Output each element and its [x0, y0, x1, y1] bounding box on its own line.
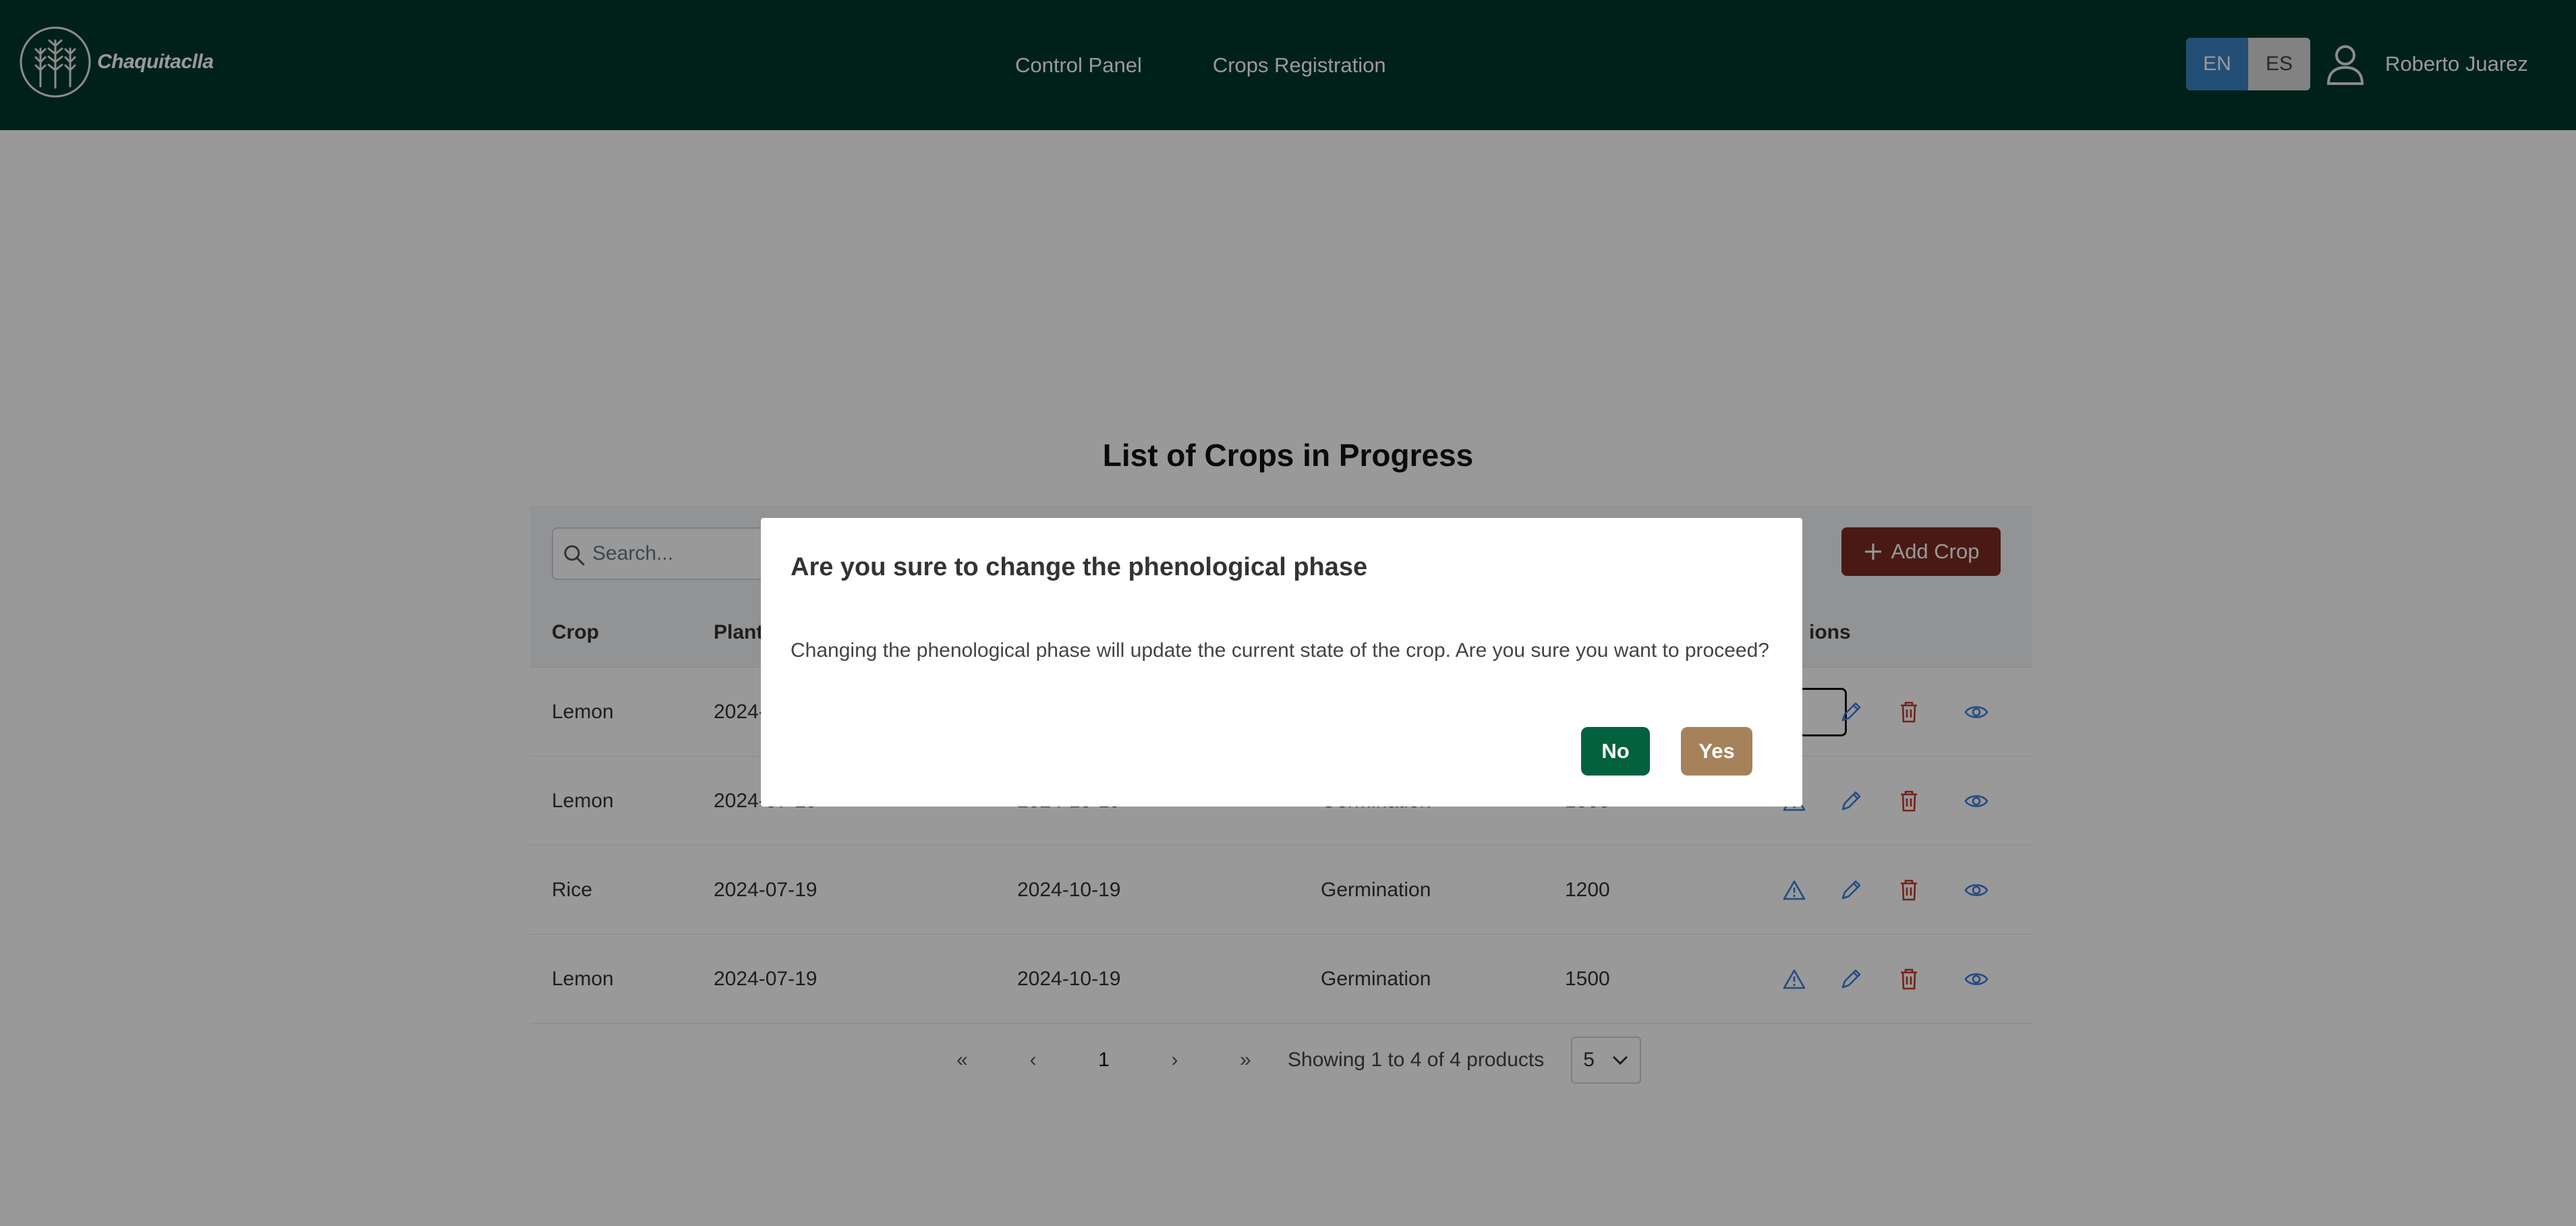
- no-button[interactable]: No: [1581, 727, 1650, 776]
- yes-button[interactable]: Yes: [1681, 727, 1752, 776]
- dialog-message: Changing the phenological phase will upd…: [791, 639, 1769, 662]
- confirm-phase-change-dialog: Are you sure to change the phenological …: [761, 518, 1802, 807]
- dialog-title: Are you sure to change the phenological …: [791, 553, 1368, 581]
